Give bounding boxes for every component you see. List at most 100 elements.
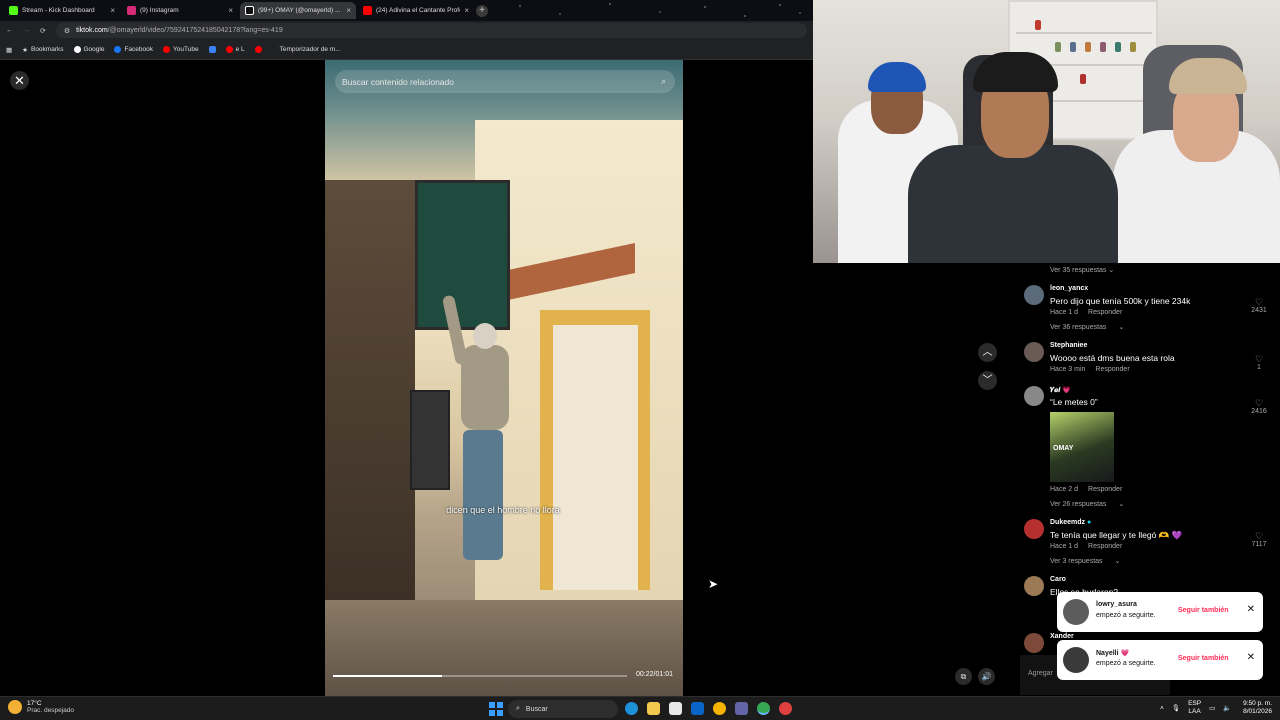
webcam-overlay [813,0,1280,263]
tab-youtube[interactable]: (24) Adivina el Cantante Profe... × [358,2,474,19]
video-progress-fill [333,675,442,677]
next-video-button[interactable]: ﹀ [978,371,997,390]
avatar[interactable] [1063,647,1089,673]
follow-notification: Nayelli 💗 empezó a seguirte. Seguir tamb… [1057,640,1263,680]
reply-button[interactable]: Responder [1088,486,1122,493]
picture-in-picture-button[interactable]: ⧉ [955,668,972,685]
youtube-icon [363,6,372,15]
bookmark-timer[interactable]: Temporizador de m... [280,46,341,53]
close-icon[interactable]: ✕ [1247,604,1255,615]
url-path: /@omayerld/video/7592417524185042178?lan… [107,27,283,34]
site-info-icon[interactable]: ⚙ [64,27,70,35]
avatar[interactable] [1024,386,1044,406]
notification-username[interactable]: lowry_asura [1096,601,1137,608]
back-icon[interactable]: ← [6,27,13,34]
outlook-icon[interactable] [691,702,704,715]
language-indicator[interactable]: ESP LAA [1188,700,1201,716]
reply-button[interactable]: Responder [1088,309,1122,316]
bookmark-youtube-2[interactable] [254,46,262,53]
close-video-button[interactable]: ✕ [10,71,29,90]
bookmark-facebook[interactable]: Facebook [114,46,153,53]
app-icon[interactable] [779,702,792,715]
reload-icon[interactable]: ⟳ [40,27,46,35]
previous-video-button[interactable]: ︿ [978,343,997,362]
view-replies-link[interactable]: Ver 3 respuestas ⌄ [1050,557,1120,565]
chrome-active-icon[interactable] [757,702,770,715]
related-search-input[interactable]: Buscar contenido relacionado ⌕ [335,70,675,93]
network-icon[interactable]: ▭ [1209,704,1215,712]
close-tab-icon[interactable]: × [346,6,351,15]
view-replies-link[interactable]: Ver 26 respuestas ⌄ [1050,500,1124,508]
tab-instagram[interactable]: (9) Instagram × [122,2,238,19]
youtube-icon [225,46,233,53]
close-icon[interactable]: ✕ [1247,652,1255,663]
bookmark-extension[interactable] [208,46,216,53]
follow-back-button[interactable]: Seguir también [1178,607,1229,614]
like-button[interactable]: ♡ 7117 [1248,531,1270,548]
store-icon[interactable] [669,702,682,715]
comment-username[interactable]: Dukeemdz ● [1050,519,1091,526]
taskbar-search[interactable]: ⌕ Buscar [508,700,618,718]
teams-icon[interactable] [735,702,748,715]
follow-back-button[interactable]: Seguir también [1178,655,1229,662]
avatar[interactable] [1024,519,1044,539]
chrome-icon[interactable] [713,702,726,715]
bookmark-folder[interactable]: ★ Bookmarks [22,46,63,54]
reply-button[interactable]: Responder [1095,366,1129,373]
search-icon[interactable]: ⌕ [661,76,666,87]
comment-image[interactable]: OMAY [1050,412,1114,482]
close-tab-icon[interactable]: × [228,6,233,15]
edge-icon[interactable] [625,702,638,715]
view-replies-link[interactable]: Ver 36 respuestas ⌄ [1050,323,1124,331]
view-replies-link[interactable]: Ver 35 respuestas ⌄ [1050,266,1114,274]
taskbar-clock[interactable]: 9:50 p. m. 8/01/2026 [1240,700,1272,716]
bookmark-youtube[interactable]: YouTube [163,46,199,53]
new-tab-button[interactable]: + [476,4,488,17]
chevron-up-icon[interactable]: ˄ [1160,705,1164,712]
address-bar-row: ← → ⟳ ⚙ tiktok.com/@omayerld/video/75924… [0,21,813,40]
start-button[interactable] [489,702,503,716]
tab-kick[interactable]: Stream - Kick Dashboard × [4,2,120,19]
bookmark-google[interactable]: Google [73,46,104,53]
volume-button[interactable]: 🔊 [978,668,995,685]
close-tab-icon[interactable]: × [464,6,469,15]
heart-icon: ♡ [1254,297,1264,307]
video-player[interactable] [325,60,683,696]
like-button[interactable]: ♡ 2416 [1248,398,1270,415]
comment-username[interactable]: Caro [1050,576,1066,583]
comment-username[interactable]: 𝒀𝒆𝒊 💗 [1050,386,1071,395]
notification-username[interactable]: Nayelli 💗 [1096,649,1129,657]
heart-icon: ♡ [1254,354,1264,364]
youtube-icon [254,46,262,53]
video-frame-person [441,294,523,590]
avatar[interactable] [1024,342,1044,362]
bookmarks-bar: ▦ ★ Bookmarks Google Facebook YouTube e L… [0,40,813,60]
forward-icon[interactable]: → [23,27,30,34]
like-button[interactable]: ♡ 2431 [1248,297,1270,314]
avatar[interactable] [1024,576,1044,596]
file-explorer-icon[interactable] [647,702,660,715]
close-tab-icon[interactable]: × [110,6,115,15]
facebook-icon [114,46,122,53]
comment-text: “Le metes 0” [1050,397,1098,407]
avatar[interactable] [1063,599,1089,625]
like-button[interactable]: ♡ 1 [1248,354,1270,371]
url-host: tiktok.com [76,27,108,34]
volume-icon[interactable]: 🔈 [1223,704,1231,712]
reply-button[interactable]: Responder [1088,543,1122,550]
tab-tiktok[interactable]: (99+) OMAY (@omayerld) ... × [240,2,356,19]
bookmark-el[interactable]: e L [225,46,245,53]
avatar[interactable] [1024,285,1044,305]
comment-text: Woooo está dms buena esta rola [1050,353,1175,363]
video-progress-bar[interactable] [333,675,627,677]
microphone-icon[interactable]: 🎙 [1172,704,1180,712]
url-field[interactable]: ⚙ tiktok.com/@omayerld/video/75924175241… [55,23,807,38]
avatar[interactable] [1024,633,1044,653]
comment-username[interactable]: leon_yancx [1050,285,1088,292]
comment-username[interactable]: Xander [1050,633,1074,640]
weather-widget[interactable]: 17°C Prac. despejado [8,700,74,714]
comment-username[interactable]: Stephaniee [1050,342,1087,349]
mouse-cursor-icon: ➤ [708,577,719,591]
apps-grid-icon[interactable]: ▦ [6,46,12,54]
verified-icon: ● [1086,519,1092,526]
